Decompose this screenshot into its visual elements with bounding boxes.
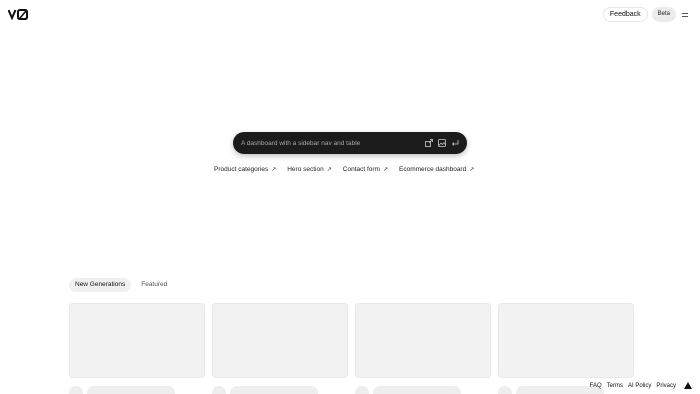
suggestion-label: Contact form <box>342 166 380 173</box>
gallery-card[interactable] <box>69 303 205 394</box>
arrow-up-right-icon: ↗ <box>382 167 389 173</box>
footer-links: FAQ Terms AI Policy Privacy <box>590 382 692 389</box>
gallery-card[interactable] <box>212 303 348 394</box>
suggestion-ecommerce-dashboard[interactable]: Ecommerce dashboard ↗ <box>399 166 474 173</box>
arrow-up-right-icon: ↗ <box>326 167 332 173</box>
upload-icon[interactable] <box>425 139 433 147</box>
card-title-placeholder <box>230 386 318 394</box>
suggestion-list: Product categories ↗ Hero section ↗ Cont… <box>214 166 474 173</box>
image-icon[interactable] <box>438 139 446 147</box>
avatar <box>355 386 369 394</box>
suggestion-label: Hero section <box>287 166 324 173</box>
footer-link-ai-policy[interactable]: AI Policy <box>628 383 651 389</box>
gallery-card[interactable] <box>498 303 634 394</box>
card-thumbnail-placeholder[interactable] <box>355 303 491 378</box>
beta-badge-button[interactable]: Beta <box>651 7 676 22</box>
footer-link-terms[interactable]: Terms <box>607 383 623 389</box>
avatar <box>212 386 226 394</box>
footer-link-faq[interactable]: FAQ <box>590 383 602 389</box>
gallery-cards <box>69 303 634 394</box>
hamburger-menu-icon[interactable] <box>682 7 692 22</box>
gallery-card[interactable] <box>355 303 491 394</box>
enter-icon[interactable] <box>451 139 459 147</box>
vercel-triangle-icon[interactable] <box>684 382 692 389</box>
header-actions: Feedback Beta <box>602 7 692 22</box>
avatar <box>69 386 83 394</box>
avatar <box>498 386 512 394</box>
prompt-bar <box>233 132 467 154</box>
tab-new-generations[interactable]: New Generations <box>69 278 132 292</box>
tab-featured[interactable]: Featured <box>135 278 173 292</box>
suggestion-label: Product categories <box>214 166 269 173</box>
suggestion-label: Ecommerce dashboard <box>399 166 467 173</box>
card-thumbnail-placeholder[interactable] <box>498 303 634 378</box>
card-title-placeholder <box>373 386 461 394</box>
gallery-tabs: New Generations Featured <box>69 278 173 292</box>
arrow-up-right-icon: ↗ <box>469 167 475 173</box>
footer-link-privacy[interactable]: Privacy <box>656 383 676 389</box>
card-title-placeholder <box>87 386 175 394</box>
suggestion-contact-form[interactable]: Contact form ↗ <box>343 166 388 173</box>
feedback-button[interactable]: Feedback <box>602 7 648 22</box>
card-thumbnail-placeholder[interactable] <box>212 303 348 378</box>
suggestion-product-categories[interactable]: Product categories ↗ <box>214 166 276 173</box>
prompt-input[interactable] <box>241 139 425 147</box>
arrow-up-right-icon: ↗ <box>271 167 277 173</box>
suggestion-hero-section[interactable]: Hero section ↗ <box>287 166 332 173</box>
card-thumbnail-placeholder[interactable] <box>69 303 205 378</box>
v0-logo-icon[interactable] <box>8 9 28 20</box>
